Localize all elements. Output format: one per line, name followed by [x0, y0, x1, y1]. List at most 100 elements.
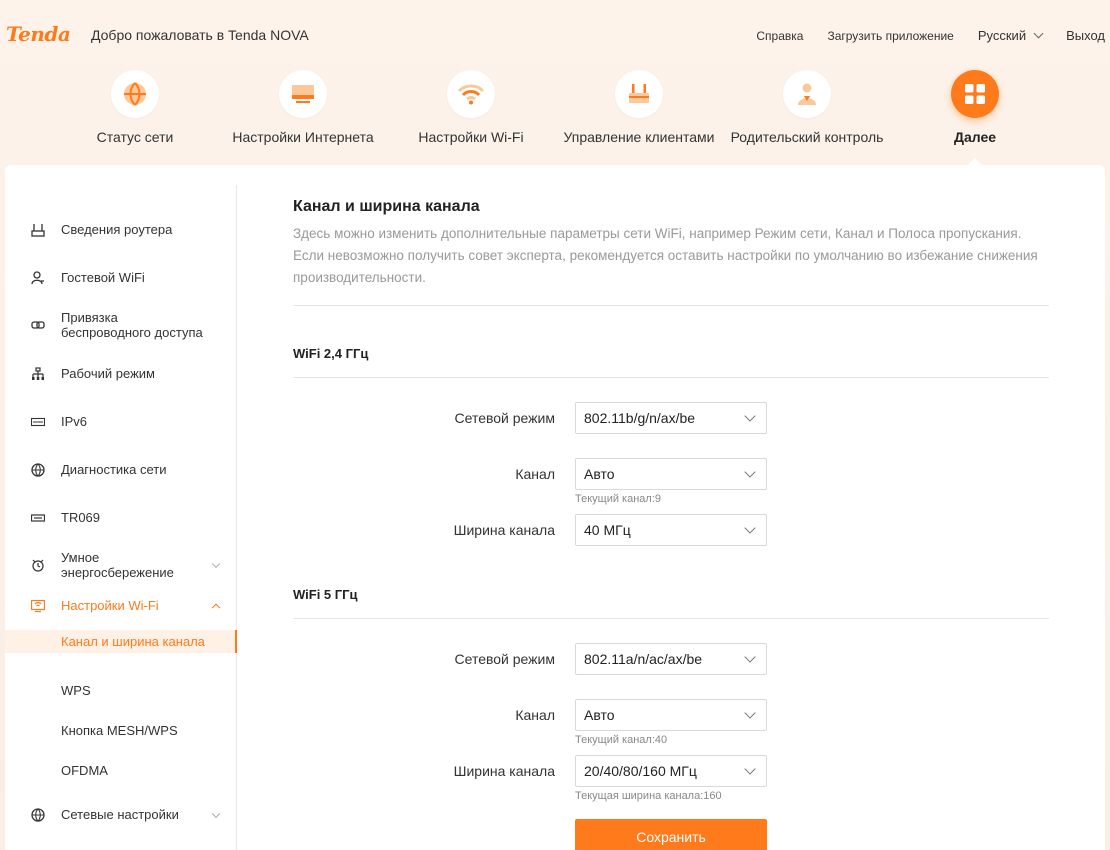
language-label: Русский: [977, 28, 1027, 43]
channel-5-select[interactable]: Авто: [575, 699, 767, 731]
select-value: Авто: [584, 707, 615, 723]
globe-small-icon: [31, 807, 45, 822]
help-link[interactable]: Справка: [756, 28, 803, 43]
wifi-settings-icon: [31, 599, 45, 613]
sidebar-item-label: Гостевой WiFi: [61, 270, 145, 285]
sidebar-item-tr069[interactable]: TR069: [5, 510, 237, 525]
sidebar-item-network-settings[interactable]: Сетевые настройки: [5, 807, 237, 822]
tenda-logo[interactable]: Tenda: [6, 22, 71, 46]
logout-link[interactable]: Выход: [1066, 28, 1105, 43]
select-value: 40 МГц: [584, 522, 631, 538]
top-links: Справка Загрузить приложение Русский Вых…: [732, 28, 1105, 43]
sidebar-item-label: IPv6: [61, 414, 88, 429]
sidebar-item-label: Привязка беспроводного доступа: [61, 310, 203, 340]
current-width-5-hint: Текущая ширина канала:160: [575, 790, 722, 802]
divider: [293, 305, 1049, 306]
chevron-down-icon: [744, 763, 756, 775]
chevron-down-icon: [744, 707, 756, 719]
globe-icon: [111, 70, 159, 118]
channel-width-5-label: Ширина канала: [453, 763, 555, 779]
sidebar-item-ipv6[interactable]: IPv6: [5, 414, 237, 429]
router-small-icon: [31, 223, 45, 237]
sidebar-item-label: Умное энергосбережение: [61, 550, 174, 580]
link-icon: [31, 318, 45, 332]
select-value: Авто: [584, 466, 615, 482]
page-description: Здесь можно изменить дополнительные пара…: [293, 226, 1038, 285]
channel-width-5-select[interactable]: 20/40/80/160 МГц: [575, 755, 767, 787]
select-value: 802.11b/g/n/ax/be: [584, 410, 696, 426]
nav-more[interactable]: Далее: [891, 70, 1059, 145]
main-nav: Статус сети Настройки Интернета Настройк…: [0, 70, 1110, 167]
select-value: 802.11a/n/ac/ax/be: [584, 651, 703, 667]
internet-icon: [279, 70, 327, 118]
nav-label: Управление клиентами: [563, 129, 715, 145]
nav-label: Родительский контроль: [730, 129, 884, 145]
parent-icon: [783, 70, 831, 118]
download-app-link[interactable]: Загрузить приложение: [827, 28, 953, 43]
sidebar-item-label: Диагностика сети: [61, 462, 167, 477]
channel-width-24-select[interactable]: 40 МГц: [575, 514, 767, 546]
sidebar-item-label: Настройки Wi-Fi: [61, 598, 159, 613]
hierarchy-icon: [31, 366, 45, 381]
channel-5-label: Канал: [515, 707, 555, 723]
sidebar-subitem-mesh-wps[interactable]: Кнопка MESH/WPS: [5, 723, 237, 738]
grid-icon: [951, 70, 999, 118]
sidebar-item-wireless-binding[interactable]: Привязка беспроводного доступа: [5, 310, 237, 340]
nav-label: Настройки Wi-Fi: [418, 129, 524, 145]
sidebar-item-energy-saving[interactable]: Умное энергосбережение: [5, 550, 237, 580]
channel-24-select[interactable]: Авто: [575, 458, 767, 490]
sidebar-item-label: Рабочий режим: [61, 366, 155, 381]
chevron-down-icon: [1033, 28, 1044, 39]
chevron-down-icon: [211, 559, 221, 569]
chevron-down-icon: [744, 522, 756, 534]
select-value: 20/40/80/160 МГц: [584, 763, 697, 779]
nav-client-management[interactable]: Управление клиентами: [555, 70, 723, 145]
tr069-icon: [31, 511, 45, 525]
guest-icon: [31, 270, 45, 285]
divider: [293, 618, 1049, 619]
network-mode-24-label: Сетевой режим: [454, 410, 555, 426]
globe-small-icon: [31, 462, 45, 477]
section-title-24ghz: WiFi 2,4 ГГц: [293, 346, 369, 361]
channel-width-24-label: Ширина канала: [453, 522, 555, 538]
network-mode-5-select[interactable]: 802.11a/n/ac/ax/be: [575, 643, 767, 675]
nav-internet-settings[interactable]: Настройки Интернета: [219, 70, 387, 145]
top-bar: Tenda Добро пожаловать в Tenda NOVA Спра…: [0, 0, 1110, 70]
alarm-icon: [31, 558, 45, 572]
sidebar-item-work-mode[interactable]: Рабочий режим: [5, 366, 237, 381]
nav-network-status[interactable]: Статус сети: [51, 70, 219, 145]
sidebar-subitem-channel-width[interactable]: Канал и ширина канала: [5, 630, 237, 653]
sidebar-item-guest-wifi[interactable]: Гостевой WiFi: [5, 270, 237, 285]
language-select[interactable]: Русский: [977, 28, 1044, 43]
page-title: Канал и ширина канала: [293, 198, 480, 215]
sidebar-subitem-wps[interactable]: WPS: [5, 683, 237, 698]
nav-label: Далее: [953, 129, 997, 145]
chevron-down-icon: [744, 410, 756, 422]
sidebar-item-label: Сведения роутера: [61, 222, 173, 237]
nav-label: Статус сети: [96, 129, 174, 145]
current-channel-5-hint: Текущий канал:40: [575, 734, 668, 746]
nav-label: Настройки Интернета: [232, 129, 374, 145]
divider: [293, 377, 1049, 378]
current-channel-24-hint: Текущий канал:9: [575, 493, 662, 505]
router-icon: [615, 70, 663, 118]
sidebar-item-label: Сетевые настройки: [61, 807, 179, 822]
wifi-icon: [447, 70, 495, 118]
sidebar-item-wifi-settings[interactable]: Настройки Wi-Fi: [5, 598, 237, 613]
channel-24-label: Канал: [515, 466, 555, 482]
chevron-down-icon: [744, 651, 756, 663]
chevron-up-icon: [211, 603, 221, 612]
ipv6-icon: [31, 415, 45, 429]
nav-parental-control[interactable]: Родительский контроль: [723, 70, 891, 145]
network-mode-24-select[interactable]: 802.11b/g/n/ax/be: [575, 402, 767, 434]
welcome-text: Добро пожаловать в Tenda NOVA: [91, 27, 309, 43]
sidebar-item-network-diagnostics[interactable]: Диагностика сети: [5, 462, 237, 477]
chevron-down-icon: [211, 809, 221, 818]
sidebar-item-router-info[interactable]: Сведения роутера: [5, 222, 237, 237]
sidebar-item-label: TR069: [61, 510, 101, 525]
sidebar-subitem-ofdma[interactable]: OFDMA: [5, 763, 237, 778]
network-mode-5-label: Сетевой режим: [454, 651, 555, 667]
section-title-5ghz: WiFi 5 ГГц: [293, 587, 358, 602]
nav-wifi-settings[interactable]: Настройки Wi-Fi: [387, 70, 555, 145]
save-button[interactable]: Сохранить: [575, 819, 767, 850]
